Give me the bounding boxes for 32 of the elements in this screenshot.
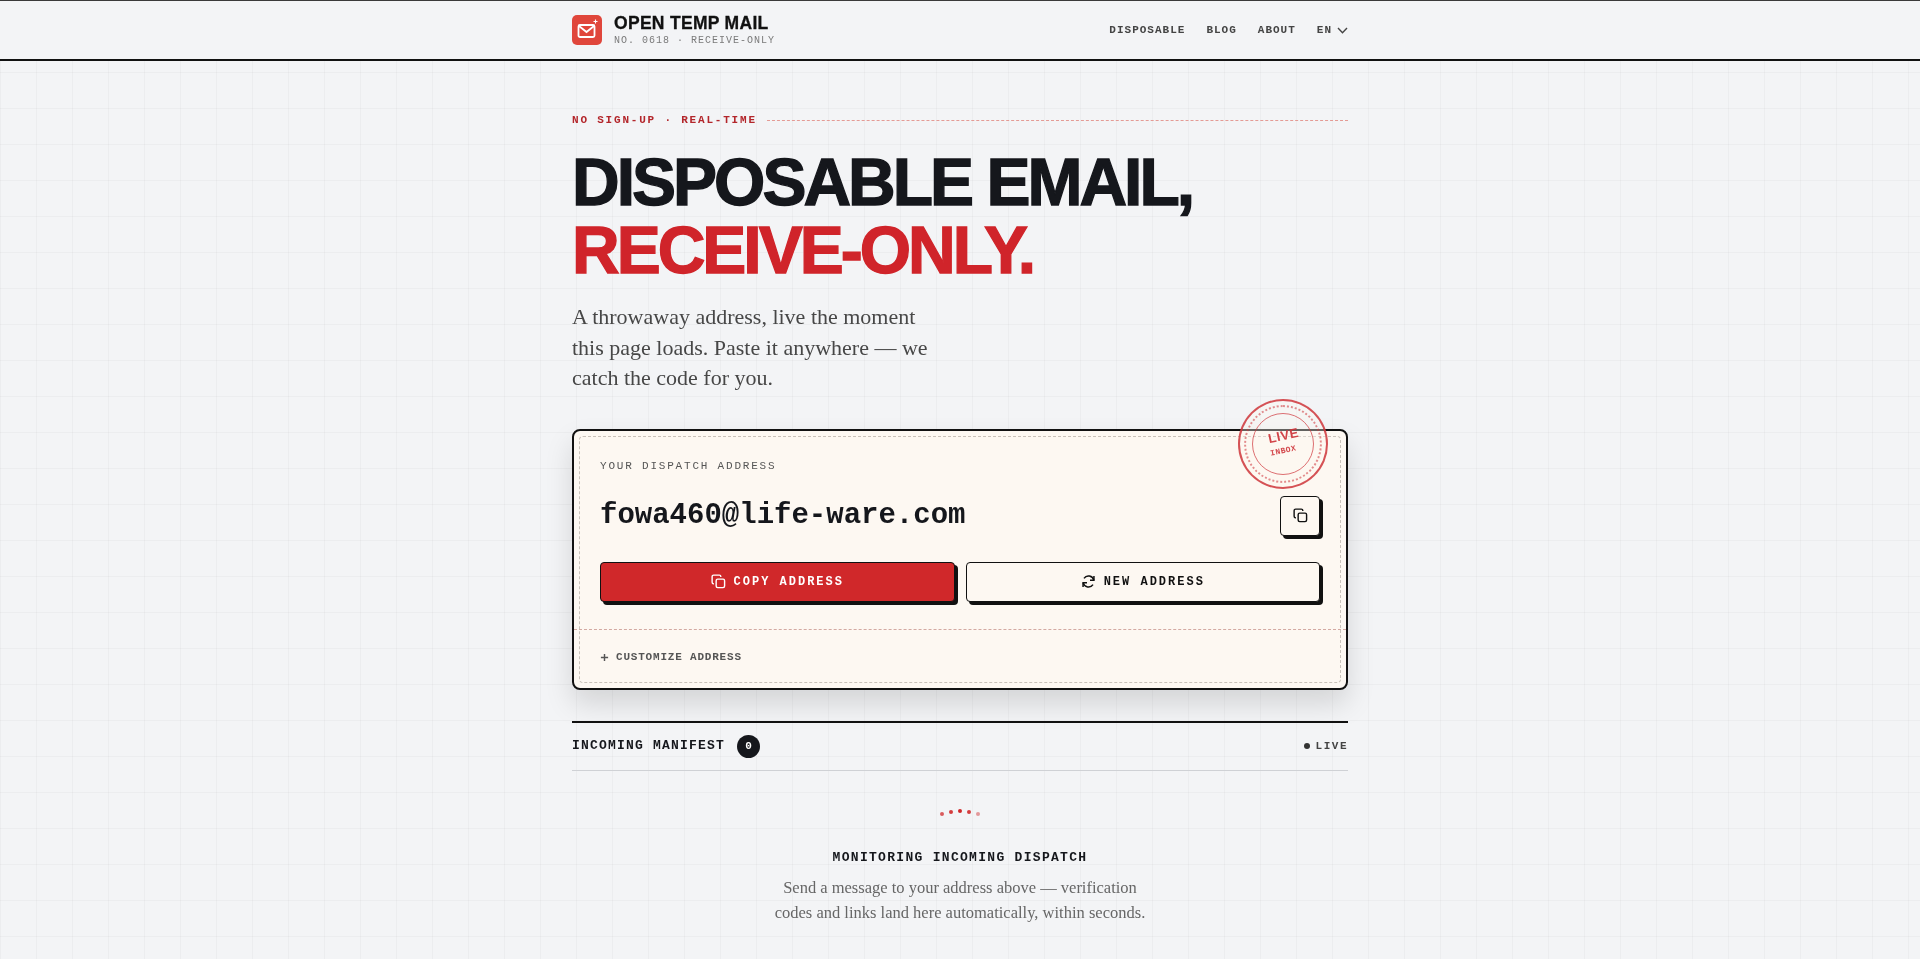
loading-dot-icon: [940, 811, 944, 816]
headline-text: RECEIVE-ONLY.: [572, 216, 1034, 284]
language-dropdown[interactable]: EN: [1316, 22, 1348, 38]
loading-dot-icon: [976, 811, 980, 816]
loading-dot-icon: [958, 808, 962, 813]
copy-button[interactable]: [1280, 495, 1320, 536]
nav-link[interactable]: ABOUT: [1257, 22, 1296, 38]
customize-toggle[interactable]: CUSTOMIZE ADDRESS: [600, 649, 742, 665]
empty-state-text: Send a message to your address above — verification codes and links land here automatically, within seconds.: [773, 876, 1147, 924]
nav-link[interactable]: BLOG: [1206, 22, 1237, 38]
status-dot-icon: [1303, 743, 1310, 749]
inbox-title: INCOMING MANIFEST: [572, 737, 726, 755]
copy-address-button[interactable]: COPY ADDRESS: [600, 561, 955, 602]
copy-icon: [1292, 508, 1308, 523]
address-label: YOUR DISPATCH ADDRESS: [600, 458, 777, 474]
caret-icon: [1337, 26, 1348, 34]
live-status: LIVE: [1315, 739, 1348, 754]
copy-icon: [710, 574, 726, 589]
email-address: fowa460@life-ware.com: [600, 497, 966, 534]
intro-paragraph: A throwaway address, live the moment this page loads. Paste it anywhere — we catch the code for you.: [572, 303, 929, 392]
count-badge: 0: [737, 734, 761, 758]
brand-title: OPEN TEMP MAIL: [614, 13, 770, 33]
loading-dot-icon: [967, 809, 971, 814]
brand-subtitle: NO. 0618 · RECEIVE-ONLY: [614, 34, 776, 47]
nav-link[interactable]: DISPOSABLE: [1109, 22, 1186, 38]
empty-state-title: MONITORING INCOMING DISPATCH: [832, 848, 1088, 867]
eyebrow-text: NO SIGN-UP · REAL-TIME: [572, 113, 757, 128]
envelope-icon: [572, 15, 602, 45]
new-address-button[interactable]: NEW ADDRESS: [965, 561, 1320, 602]
refresh-icon: [1080, 574, 1096, 589]
loading-dot-icon: [949, 809, 953, 814]
headline-text: DISPOSABLE EMAIL,: [572, 148, 1193, 216]
